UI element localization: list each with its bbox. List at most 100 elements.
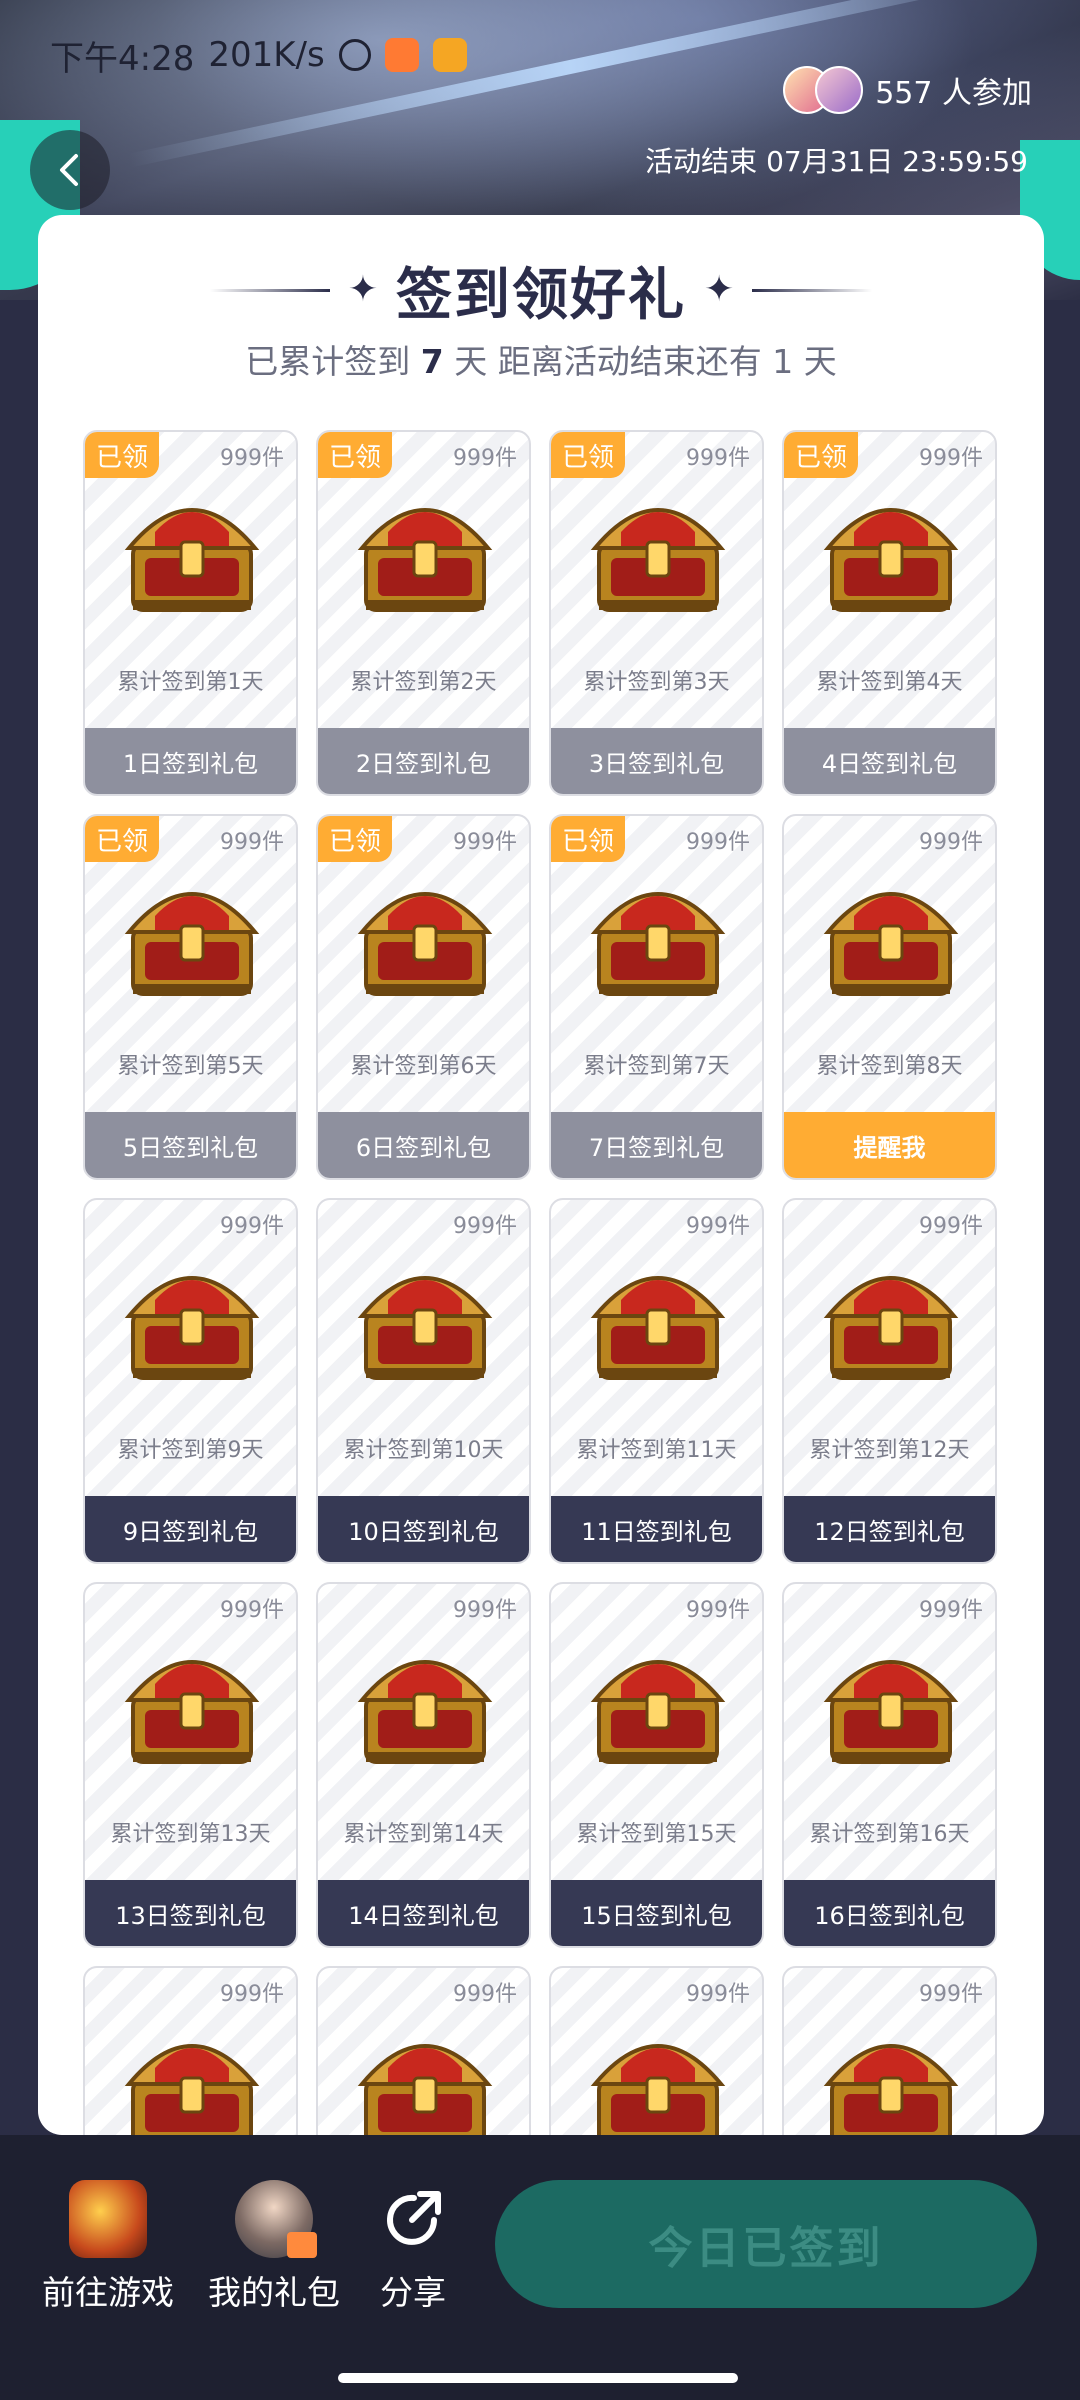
share-icon xyxy=(374,2180,452,2258)
stock-count: 999件 xyxy=(220,1598,284,1623)
app-notification-icon xyxy=(384,38,419,72)
cumulative-day-label: 累计签到第2天 xyxy=(350,670,497,695)
gift-card[interactable]: 999件 累计签到第11天 11日签到礼包 xyxy=(549,1198,764,1564)
treasure-chest-icon xyxy=(115,1250,270,1390)
alarm-icon xyxy=(338,39,371,71)
stock-count: 999件 xyxy=(919,830,983,855)
gift-card[interactable]: 999件 累计签到第9天 9日签到礼包 xyxy=(83,1198,298,1564)
share-label: 分享 xyxy=(380,2273,446,2312)
cumulative-day-label: 累计签到第6天 xyxy=(350,1054,497,1079)
gift-pack-button[interactable]: 5日签到礼包 xyxy=(85,1112,296,1178)
gift-pack-button[interactable]: 16日签到礼包 xyxy=(784,1880,995,1946)
checked-in-today-button[interactable]: 今日已签到 xyxy=(495,2180,1037,2308)
claimed-badge: 已领 xyxy=(318,432,392,478)
gift-pack-button[interactable]: 9日签到礼包 xyxy=(85,1496,296,1562)
share-button[interactable]: 分享 xyxy=(374,2180,452,2314)
stock-count: 999件 xyxy=(453,830,517,855)
gift-pack-button[interactable]: 3日签到礼包 xyxy=(551,728,762,794)
avatar-gift-icon xyxy=(235,2180,317,2258)
network-speed: 201K/s xyxy=(208,35,325,75)
treasure-chest-icon xyxy=(115,866,270,1006)
stock-count: 999件 xyxy=(686,446,750,471)
gift-card[interactable]: 已领 999件累计签到第3天 3日签到礼包 xyxy=(549,430,764,796)
treasure-chest-icon xyxy=(581,866,736,1006)
gift-card[interactable]: 已领 999件 累计签到第1天 1日签到礼包 xyxy=(83,430,298,796)
chevron-left-icon xyxy=(60,154,78,186)
summary-prefix: 已累计签到 xyxy=(245,342,411,381)
gift-pack-button[interactable]: 11日签到礼包 xyxy=(551,1496,762,1562)
remaining-days-count: 1 xyxy=(772,342,794,381)
claimed-badge: 已领 xyxy=(784,432,858,478)
stock-count: 999件 xyxy=(919,446,983,471)
gift-pack-button[interactable]: 1日签到礼包 xyxy=(85,728,296,794)
signed-days-count: 7 xyxy=(420,342,444,381)
my-gifts-label: 我的礼包 xyxy=(208,2273,340,2312)
summary-mid: 天 距离活动结束还有 xyxy=(454,342,762,381)
gift-card[interactable]: 999件 累计签到第15天 15日签到礼包 xyxy=(549,1582,764,1948)
gift-card[interactable]: 999件 累计签到第10天 10日签到礼包 xyxy=(316,1198,531,1564)
claimed-badge: 已领 xyxy=(551,432,625,478)
back-button[interactable] xyxy=(30,130,110,210)
gift-card[interactable]: 已领 999件累计签到第7天 7日签到礼包 xyxy=(549,814,764,1180)
checkin-card: ✦ 签到领好礼 ✦ 已累计签到 7 天 距离活动结束还有 1 天 已领 999件累… xyxy=(38,215,1044,2332)
page-title: 签到领好礼 xyxy=(396,262,686,328)
gift-pack-button[interactable]: 2日签到礼包 xyxy=(318,728,529,794)
gift-card[interactable]: 已领 999件累计签到第2天 2日签到礼包 xyxy=(316,430,531,796)
cumulative-day-label: 累计签到第3天 xyxy=(583,670,730,695)
gift-card[interactable]: 999件累计签到第13天 13日签到礼包 xyxy=(83,1582,298,1948)
home-indicator[interactable] xyxy=(338,2373,738,2383)
treasure-chest-icon xyxy=(348,1634,503,1774)
cumulative-day-label: 累计签到第14天 xyxy=(343,1822,504,1847)
stock-count: 999件 xyxy=(453,446,517,471)
gift-card[interactable]: 999件累计签到第12天 12日签到礼包 xyxy=(782,1198,997,1564)
cumulative-day-label: 累计签到第10天 xyxy=(343,1438,504,1463)
gift-pack-button[interactable]: 4日签到礼包 xyxy=(784,728,995,794)
go-to-game-button[interactable]: 前往游戏 xyxy=(42,2180,174,2314)
participants-badge: 557 人参加 xyxy=(783,60,1032,120)
treasure-chest-icon xyxy=(348,482,503,622)
treasure-chest-icon xyxy=(581,1250,736,1390)
divider xyxy=(752,288,873,292)
gift-pack-button[interactable]: 12日签到礼包 xyxy=(784,1496,995,1562)
participant-avatars xyxy=(783,66,864,114)
stock-count: 999件 xyxy=(220,830,284,855)
treasure-chest-icon xyxy=(814,482,969,622)
status-bar: 下午4:28 201K/s xyxy=(50,30,467,80)
game-icon xyxy=(69,2180,147,2258)
stock-count: 999件 xyxy=(919,1598,983,1623)
gift-pack-button[interactable]: 10日签到礼包 xyxy=(318,1496,529,1562)
stock-count: 999件 xyxy=(686,830,750,855)
treasure-chest-icon xyxy=(348,1250,503,1390)
stock-count: 999件 xyxy=(220,1982,284,2007)
cumulative-day-label: 累计签到第13天 xyxy=(110,1822,271,1847)
gift-pack-button[interactable]: 6日签到礼包 xyxy=(318,1112,529,1178)
gift-card[interactable]: 999件累计签到第14天 14日签到礼包 xyxy=(316,1582,531,1948)
my-gifts-button[interactable]: 我的礼包 xyxy=(208,2180,340,2314)
treasure-chest-icon xyxy=(814,866,969,1006)
remind-me-button[interactable]: 提醒我 xyxy=(784,1112,995,1178)
bottom-action-bar: 前往游戏 我的礼包 分享 今日已签到 xyxy=(0,2135,1080,2355)
treasure-chest-icon xyxy=(814,1634,969,1774)
gift-pack-button[interactable]: 15日签到礼包 xyxy=(551,1880,762,1946)
gift-card[interactable]: 已领 999件累计签到第6天 6日签到礼包 xyxy=(316,814,531,1180)
treasure-chest-icon xyxy=(348,866,503,1006)
gift-pack-button[interactable]: 7日签到礼包 xyxy=(551,1112,762,1178)
gift-pack-button[interactable]: 14日签到礼包 xyxy=(318,1880,529,1946)
stock-count: 999件 xyxy=(453,1598,517,1623)
gift-grid: 已领 999件 累计签到第1天 1日签到礼包 已领 999件 累计签到第2天 2日签到礼包 已领… xyxy=(83,430,1003,2332)
cumulative-day-label: 累计签到第15天 xyxy=(576,1822,737,1847)
gift-card[interactable]: 999件累计签到第16天 16日签到礼包 xyxy=(782,1582,997,1948)
cumulative-day-label: 累计签到第1天 xyxy=(117,670,264,695)
cumulative-day-label: 累计签到第7天 xyxy=(583,1054,730,1079)
gift-pack-button[interactable]: 13日签到礼包 xyxy=(85,1880,296,1946)
gift-card[interactable]: 已领 999件 累计签到第4天 4日签到礼包 xyxy=(782,430,997,796)
treasure-chest-icon xyxy=(581,482,736,622)
cumulative-day-label: 累计签到第12天 xyxy=(809,1438,970,1463)
gift-card[interactable]: 999件 累计签到第8天 提醒我 xyxy=(782,814,997,1180)
claimed-badge: 已领 xyxy=(551,816,625,862)
gift-card[interactable]: 已领 999件 累计签到第5天 5日签到礼包 xyxy=(83,814,298,1180)
cumulative-day-label: 累计签到第16天 xyxy=(809,1822,970,1847)
claimed-badge: 已领 xyxy=(318,816,392,862)
stock-count: 999件 xyxy=(919,1214,983,1239)
stock-count: 999件 xyxy=(220,446,284,471)
